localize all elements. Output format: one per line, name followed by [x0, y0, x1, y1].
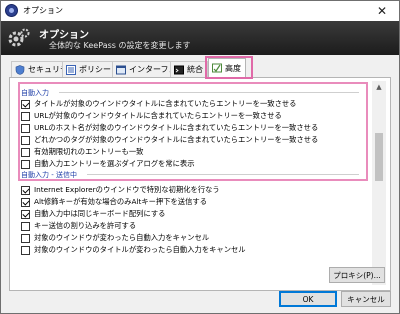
banner-subtitle: 全体的な KeePass の設定を変更します — [49, 41, 191, 50]
tab-integration-label: 統合 — [187, 65, 203, 74]
checkbox[interactable] — [21, 221, 30, 231]
shield-icon — [15, 64, 25, 75]
gear-icon — [8, 28, 30, 47]
tab-advanced[interactable]: 高度 — [208, 58, 246, 77]
option-row[interactable]: 対象のウインドウが変わったら自動入力をキャンセル — [21, 233, 209, 243]
tab-policy[interactable]: ポリシー — [62, 61, 116, 77]
checkbox[interactable] — [21, 233, 30, 243]
checkbox[interactable] — [21, 111, 30, 121]
keepass-app-icon — [5, 4, 18, 17]
advanced-icon — [212, 63, 222, 73]
policy-icon — [66, 64, 76, 75]
option-label: Alt修飾キーが有効な場合のみAltキー押下を送信する — [34, 197, 207, 206]
checkbox-checked[interactable] — [21, 99, 30, 109]
window-title: オプション — [23, 6, 63, 15]
tab-advanced-label: 高度 — [225, 63, 241, 73]
option-label: Internet Explorerのウインドウで特別な初期化を行なう — [34, 185, 220, 194]
options-dialog: オプション ✕ オプション 全体的な KeePass の設定を変更します セキュ… — [0, 0, 400, 314]
checkbox[interactable] — [21, 135, 30, 145]
checkbox-checked[interactable] — [21, 197, 30, 207]
checkbox[interactable] — [21, 159, 30, 169]
options-list: 自動入力 タイトルが対象のウインドウタイトルに含まれていたらエントリーを一致させ… — [13, 81, 371, 285]
section-auto-input-label: 自動入力 — [21, 89, 49, 97]
option-row[interactable]: 対象のウインドウのタイトルが変わったら自動入力をキャンセル — [21, 245, 246, 255]
checkbox-checked[interactable] — [21, 185, 30, 195]
scroll-up-icon[interactable]: ▲ — [372, 81, 386, 93]
checkbox[interactable] — [21, 123, 30, 133]
option-row[interactable]: URLのホスト名が対象のウインドウタイトルに含まれていたらエントリーを一致させる — [21, 123, 318, 133]
option-row[interactable]: 自動入力エントリーを選ぶダイアログを常に表示 — [21, 159, 195, 169]
integration-icon — [174, 65, 184, 74]
option-row[interactable]: キー送信の割り込みを許可する — [21, 221, 136, 231]
interface-icon — [116, 65, 126, 74]
section-auto-input-send-label: 自動入力 - 送信中 — [21, 171, 77, 179]
option-label: 自動入力エントリーを選ぶダイアログを常に表示 — [34, 159, 195, 168]
ok-button[interactable]: OK — [279, 291, 337, 307]
checkbox[interactable] — [21, 147, 30, 157]
section-divider — [87, 174, 359, 175]
option-row[interactable]: Alt修飾キーが有効な場合のみAltキー押下を送信する — [21, 197, 207, 207]
cancel-button[interactable]: キャンセル — [341, 291, 391, 307]
vertical-scrollbar[interactable]: ▲ ▼ — [372, 81, 386, 285]
option-label: キー送信の割り込みを許可する — [34, 221, 137, 230]
option-label: URLが対象のウインドウタイトルに含まれていたらエントリーを一致させる — [34, 111, 282, 120]
tab-policy-label: ポリシー — [79, 65, 111, 74]
option-label: URLのホスト名が対象のウインドウタイトルに含まれていたらエントリーを一致させる — [34, 123, 319, 132]
option-row[interactable]: タイトルが対象のウインドウタイトルに含まれていたらエントリーを一致させる — [21, 99, 296, 109]
option-row[interactable]: 自動入力中は同じキーボード配列にする — [21, 209, 165, 219]
option-row[interactable]: URLが対象のウインドウタイトルに含まれていたらエントリーを一致させる — [21, 111, 282, 121]
title-bar: オプション ✕ — [1, 1, 399, 21]
option-label: 有効期限切れのエントリーも一致 — [34, 147, 144, 156]
proxy-button[interactable]: プロキシ(P)... — [329, 267, 385, 283]
close-button[interactable]: ✕ — [371, 3, 393, 19]
checkbox[interactable] — [21, 245, 30, 255]
option-label: どれかつのタグが対象のウインドウタイトルに含まれていたらエントリーを一致させる — [34, 135, 319, 144]
banner-title: オプション — [39, 30, 89, 41]
option-label: タイトルが対象のウインドウタイトルに含まれていたらエントリーを一致させる — [34, 99, 297, 108]
option-row[interactable]: どれかつのタグが対象のウインドウタイトルに含まれていたらエントリーを一致させる — [21, 135, 318, 145]
header-banner: オプション 全体的な KeePass の設定を変更します — [1, 21, 399, 55]
option-row[interactable]: 有効期限切れのエントリーも一致 — [21, 147, 143, 157]
section-divider — [59, 92, 359, 93]
tab-integration[interactable]: 統合 — [170, 61, 208, 77]
option-row[interactable]: Internet Explorerのウインドウで特別な初期化を行なう — [21, 185, 220, 195]
checkbox-checked[interactable] — [21, 209, 30, 219]
option-label: 対象のウインドウが変わったら自動入力をキャンセル — [34, 233, 210, 242]
option-label: 対象のウインドウのタイトルが変わったら自動入力をキャンセル — [34, 245, 246, 254]
scroll-thumb[interactable] — [375, 133, 383, 181]
tab-strip: セキュリティ ポリシー インターフェース 統合 高度 — [9, 58, 399, 77]
option-label: 自動入力中は同じキーボード配列にする — [34, 209, 166, 218]
